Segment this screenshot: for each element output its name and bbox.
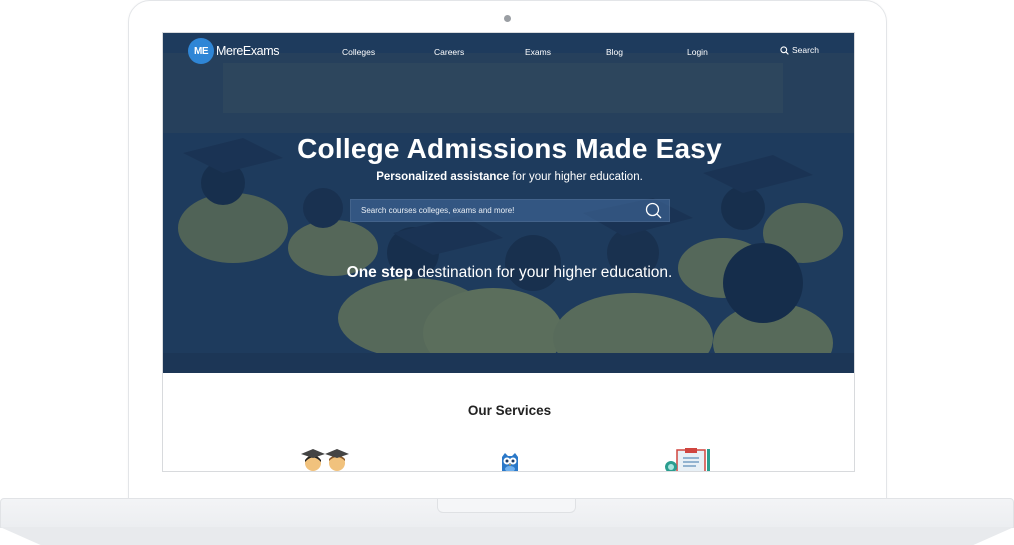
hero-subtitle: Personalized assistance for your higher … <box>163 171 854 183</box>
owl-icon <box>502 453 518 471</box>
hero-tagline-bold: One step <box>346 264 413 281</box>
top-navbar: ME MereExams Colleges Careers Exams Blog… <box>163 33 854 69</box>
nav-exams[interactable]: Exams <box>525 47 551 57</box>
hero-title: College Admissions Made Easy <box>297 133 722 164</box>
laptop-base-bottom <box>0 527 1014 545</box>
search-icon <box>780 45 789 55</box>
hero-subtitle-rest: for your higher education. <box>509 171 643 183</box>
screen: ME MereExams Colleges Careers Exams Blog… <box>162 32 855 472</box>
hero-search-box <box>350 199 670 222</box>
site-logo[interactable]: ME MereExams <box>188 38 279 64</box>
nav-search-label: Search <box>792 45 819 55</box>
nav-search[interactable]: Search <box>780 45 819 55</box>
laptop-notch <box>437 499 576 513</box>
camera-dot <box>504 15 511 22</box>
hero-section: ME MereExams Colleges Careers Exams Blog… <box>163 33 854 373</box>
hero-search-input[interactable] <box>351 200 641 221</box>
hero-search-button-icon[interactable] <box>644 202 664 220</box>
graduates-icon <box>301 449 349 471</box>
services-title: Our Services <box>467 403 552 418</box>
nav-login[interactable]: Login <box>687 47 708 57</box>
hero-tagline: One step destination for your higher edu… <box>163 264 854 282</box>
nav-colleges[interactable]: Colleges <box>342 47 375 57</box>
clipboard-icon <box>665 448 710 471</box>
nav-blog[interactable]: Blog <box>606 47 623 57</box>
hero-subtitle-bold: Personalized assistance <box>376 171 510 183</box>
logo-mark: ME <box>188 38 214 64</box>
nav-careers[interactable]: Careers <box>434 47 464 57</box>
logo-text: MereExams <box>216 44 280 58</box>
hero-tagline-rest: destination for your higher education. <box>412 264 673 281</box>
